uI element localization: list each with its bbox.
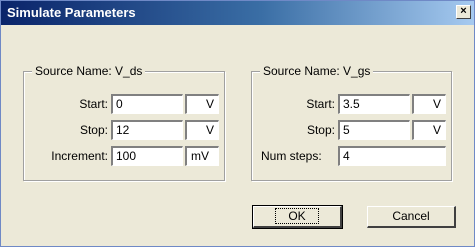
- vgs-num-steps-input[interactable]: 4: [338, 146, 446, 166]
- vds-start-label: Start:: [79, 97, 108, 111]
- dialog-window: Simulate Parameters × Source Name: V_ds …: [0, 0, 475, 247]
- vds-stop-unit-text: V: [205, 123, 214, 137]
- vgs-start-input[interactable]: 3.5: [338, 94, 410, 114]
- vgs-stop-unit-text: V: [432, 123, 441, 137]
- vgs-num-steps-label: Num steps:: [261, 149, 322, 163]
- ok-button[interactable]: OK: [252, 205, 343, 229]
- vds-increment-unit-text: mV: [191, 149, 209, 163]
- vds-start-input[interactable]: 0: [111, 94, 183, 114]
- ok-button-label: OK: [275, 208, 319, 224]
- source-name-vds-legend: Source Name: V_ds: [32, 64, 146, 78]
- vds-stop-unit[interactable]: V: [185, 120, 219, 140]
- vgs-stop-input[interactable]: 5: [338, 120, 410, 140]
- vgs-start-label: Start:: [306, 97, 335, 111]
- vgs-start-unit[interactable]: V: [412, 94, 446, 114]
- source-group-vgs: Source Name: V_gs Start: 3.5 V Stop: 5 V…: [251, 64, 452, 181]
- vds-increment-unit[interactable]: mV: [185, 146, 219, 166]
- window-title: Simulate Parameters: [7, 5, 136, 20]
- vgs-stop-label: Stop:: [306, 123, 335, 137]
- vds-increment-label: Increment:: [51, 149, 108, 163]
- vds-start-unit-text: V: [205, 97, 214, 111]
- vds-increment-input[interactable]: 100: [111, 146, 183, 166]
- vgs-start-unit-text: V: [432, 97, 441, 111]
- cancel-button-label: Cancel: [392, 209, 430, 223]
- cancel-button[interactable]: Cancel: [367, 206, 456, 228]
- vds-stop-input[interactable]: 12: [111, 120, 183, 140]
- source-name-vgs-legend: Source Name: V_gs: [260, 64, 374, 78]
- close-button[interactable]: ×: [456, 5, 471, 19]
- vgs-stop-unit[interactable]: V: [412, 120, 446, 140]
- vds-start-unit[interactable]: V: [185, 94, 219, 114]
- source-group-vds: Source Name: V_ds Start: 0 V Stop: 12 V …: [23, 64, 225, 181]
- close-icon: ×: [460, 5, 467, 17]
- vds-stop-label: Stop:: [79, 123, 108, 137]
- title-bar[interactable]: Simulate Parameters ×: [1, 1, 474, 25]
